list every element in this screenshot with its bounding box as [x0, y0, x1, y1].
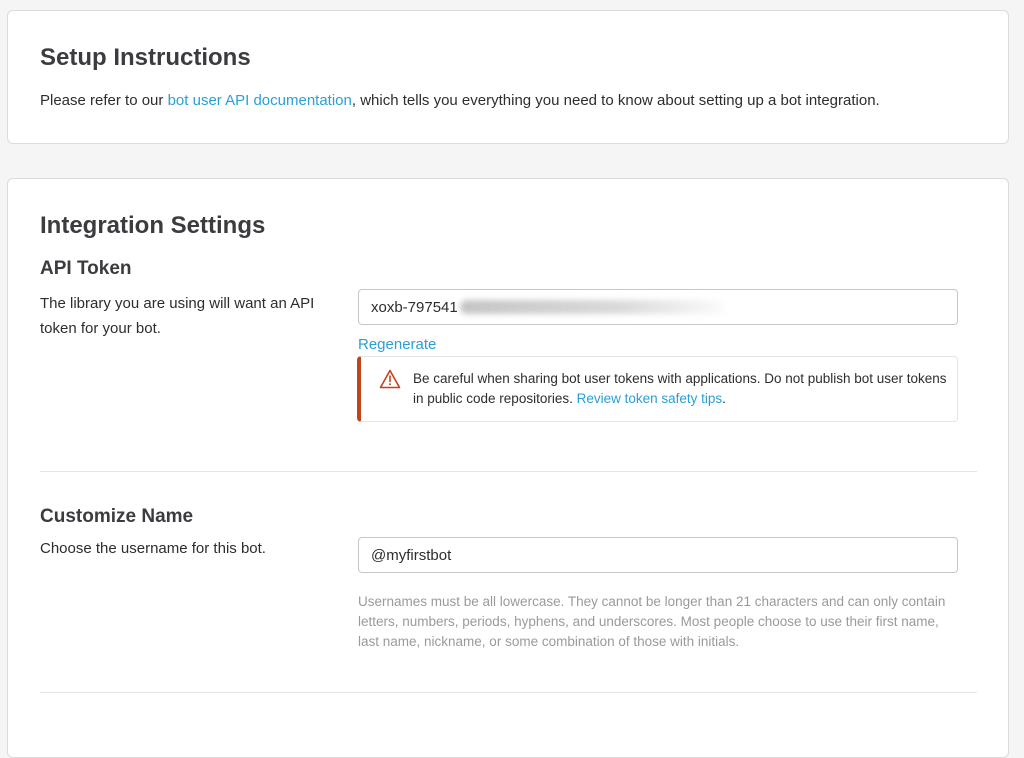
setup-title: Setup Instructions [40, 44, 251, 71]
api-token-description: The library you are using will want an A… [40, 295, 315, 337]
token-redaction-blur [459, 300, 725, 314]
customize-name-title: Customize Name [40, 506, 194, 527]
section-divider [40, 692, 977, 693]
setup-description: Please refer to our bot user API documen… [40, 92, 880, 109]
token-warning-box: Be careful when sharing bot user tokens … [357, 356, 958, 422]
customize-name-description: Choose the username for this bot. [40, 540, 266, 557]
warning-triangle-icon [379, 369, 401, 389]
username-help-text: Usernames must be all lowercase. They ca… [358, 594, 946, 649]
setup-desc-suffix: , which tells you everything you need to… [351, 92, 880, 109]
api-token-field[interactable]: xoxb-797541 [358, 289, 958, 325]
integration-title: Integration Settings [40, 212, 266, 239]
api-token-title: API Token [40, 258, 132, 279]
warning-period: . [722, 391, 726, 406]
integration-settings-card: Integration Settings API Token The libra… [7, 178, 1009, 758]
bot-api-doc-link[interactable]: bot user API documentation [168, 92, 352, 109]
setup-instructions-card: Setup Instructions Please refer to our b… [7, 10, 1009, 144]
regenerate-link[interactable]: Regenerate [358, 336, 436, 353]
warning-text: Be careful when sharing bot user tokens … [413, 369, 953, 409]
username-value: @myfirstbot [371, 546, 452, 564]
setup-desc-prefix: Please refer to our [40, 92, 168, 109]
section-divider [40, 471, 977, 472]
token-safety-tips-link[interactable]: Review token safety tips [577, 391, 723, 406]
api-token-value: xoxb-797541 [371, 298, 458, 316]
username-input[interactable]: @myfirstbot [358, 537, 958, 573]
